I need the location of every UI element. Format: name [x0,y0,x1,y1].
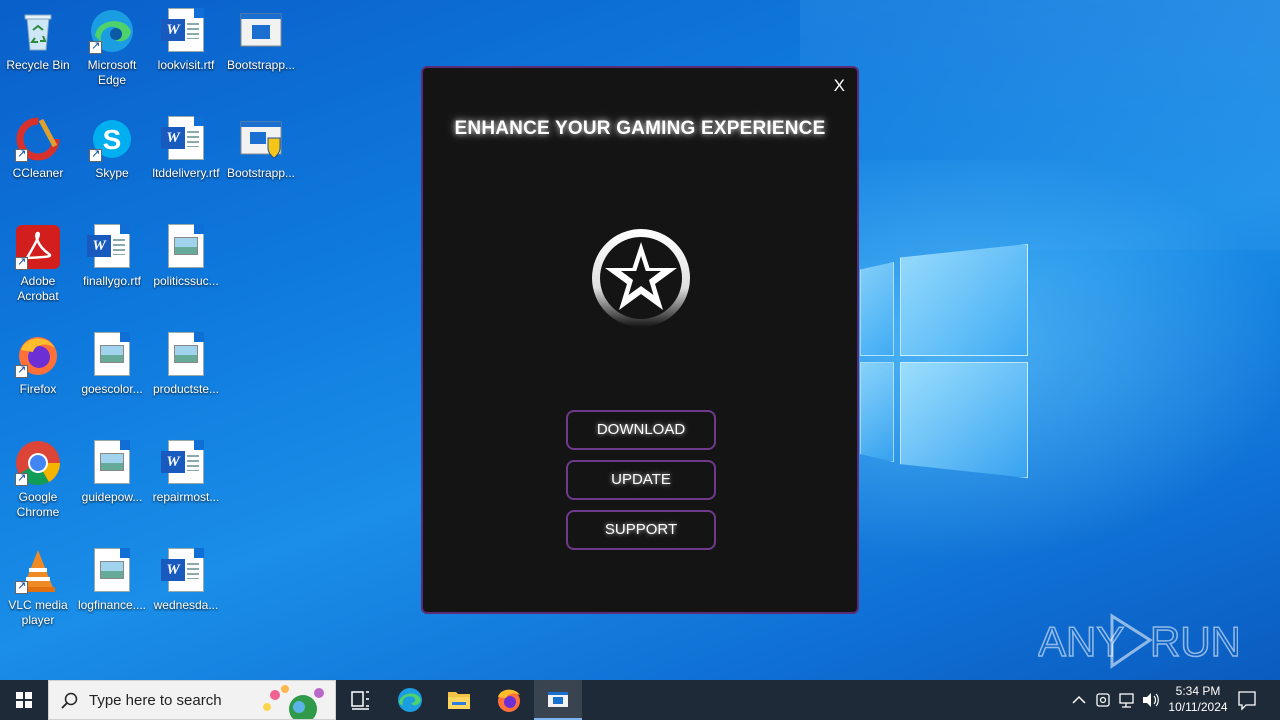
start-button[interactable] [0,680,48,720]
skype-icon: S [89,116,135,162]
task-view-button[interactable] [336,680,384,720]
search-highlight-icon [263,685,324,719]
taskbar-clock[interactable]: 5:34 PM 10/11/2024 [1160,683,1236,715]
firefox-icon [15,332,61,378]
search-placeholder: Type here to search [89,692,222,709]
clock-date: 10/11/2024 [1168,700,1228,714]
taskbar-file-explorer-button[interactable] [435,680,483,720]
desktop-icon-guidepow[interactable]: guidepow... [74,440,150,505]
desktop-icon-microsoft-edge[interactable]: Microsoft Edge [74,8,150,88]
speaker-icon [1143,693,1159,707]
ccleaner-icon [15,116,61,162]
tray-meet-button[interactable] [1092,680,1114,720]
desktop-icon-bootstrapper-2[interactable]: Bootstrapp... [223,116,299,181]
edge-icon [398,688,422,712]
watermark-text-right: RUN [1150,618,1238,665]
desktop-icon-vlc[interactable]: VLC media player [0,548,76,628]
desktop-icon-google-chrome[interactable]: Google Chrome [0,440,76,520]
svg-text:S: S [103,124,122,155]
tray-network-button[interactable] [1116,680,1138,720]
download-button[interactable]: DOWNLOAD [566,410,716,450]
notification-icon [1238,691,1256,711]
desktop-icon-bootstrapper-1[interactable]: Bootstrapp... [223,8,299,73]
folder-icon [448,692,470,709]
word-doc-icon: W [161,8,209,54]
chrome-icon [15,440,61,486]
taskbar-search-box[interactable]: Type here to search [48,680,336,720]
window-app-icon [548,692,568,707]
desktop-icon-productste[interactable]: productste... [148,332,224,397]
image-file-icon [89,548,135,594]
task-view-icon [351,691,369,710]
word-doc-icon: W [161,548,209,594]
word-doc-icon: W [161,440,209,486]
taskbar-active-app-button[interactable] [534,680,582,720]
window-app-icon [238,8,284,54]
wallpaper-beam [800,0,1280,250]
tray-overflow-button[interactable] [1068,680,1090,720]
acrobat-icon [15,224,61,270]
word-doc-icon: W [161,116,209,162]
taskbar-firefox-button[interactable] [485,680,533,720]
taskbar-edge-button[interactable] [386,680,434,720]
image-file-icon [163,332,209,378]
tray-volume-button[interactable] [1140,680,1162,720]
action-center-button[interactable] [1236,680,1258,720]
desktop-icon-skype[interactable]: S Skype [74,116,150,181]
desktop-icon-logfinance[interactable]: logfinance.... [74,548,150,613]
edge-icon [89,8,135,54]
desktop-icon-politicssuc[interactable]: politicssuc... [148,224,224,289]
camera-icon [1096,693,1110,707]
network-icon [1119,693,1134,708]
clock-time: 5:34 PM [1175,684,1221,698]
vlc-icon [15,548,61,594]
close-button[interactable]: X [834,76,845,96]
support-button[interactable]: SUPPORT [566,510,716,550]
search-icon [61,692,78,709]
anyrun-watermark: ANY RUN [1037,608,1242,674]
popup-title: ENHANCE YOUR GAMING EXPERIENCE [454,118,826,139]
desktop-icon-lookvisit-rtf[interactable]: W lookvisit.rtf [148,8,224,73]
desktop-icon-firefox[interactable]: Firefox [0,332,76,397]
gaming-popup-window: X ENHANCE YOUR GAMING EXPERIENCE DOWNLOA… [421,66,859,614]
taskbar: Type here to search 5:34 PM 10/11/2024 [0,680,1280,720]
desktop-icon-goescolor[interactable]: goescolor... [74,332,150,397]
image-file-icon [163,224,209,270]
chevron-up-icon [1072,695,1086,704]
desktop-icon-adobe-acrobat[interactable]: Adobe Acrobat [0,224,76,304]
image-file-icon [89,332,135,378]
desktop-icon-wednesda[interactable]: W wednesda... [148,548,224,613]
windows-start-icon [16,692,32,708]
desktop-icon-repairmost[interactable]: W repairmost... [148,440,224,505]
desktop-icon-recycle-bin[interactable]: Recycle Bin [0,8,76,73]
desktop-icon-ccleaner[interactable]: CCleaner [0,116,76,181]
desktop-icon-finallygo-rtf[interactable]: W finallygo.rtf [74,224,150,289]
firefox-icon [498,689,520,712]
installer-shield-icon [238,116,284,162]
update-button[interactable]: UPDATE [566,460,716,500]
image-file-icon [89,440,135,486]
recycle-bin-icon [15,8,61,54]
star-logo-icon [591,228,691,328]
word-doc-icon: W [87,224,135,270]
desktop-icon-ltddelivery-rtf[interactable]: W ltddelivery.rtf [148,116,224,181]
